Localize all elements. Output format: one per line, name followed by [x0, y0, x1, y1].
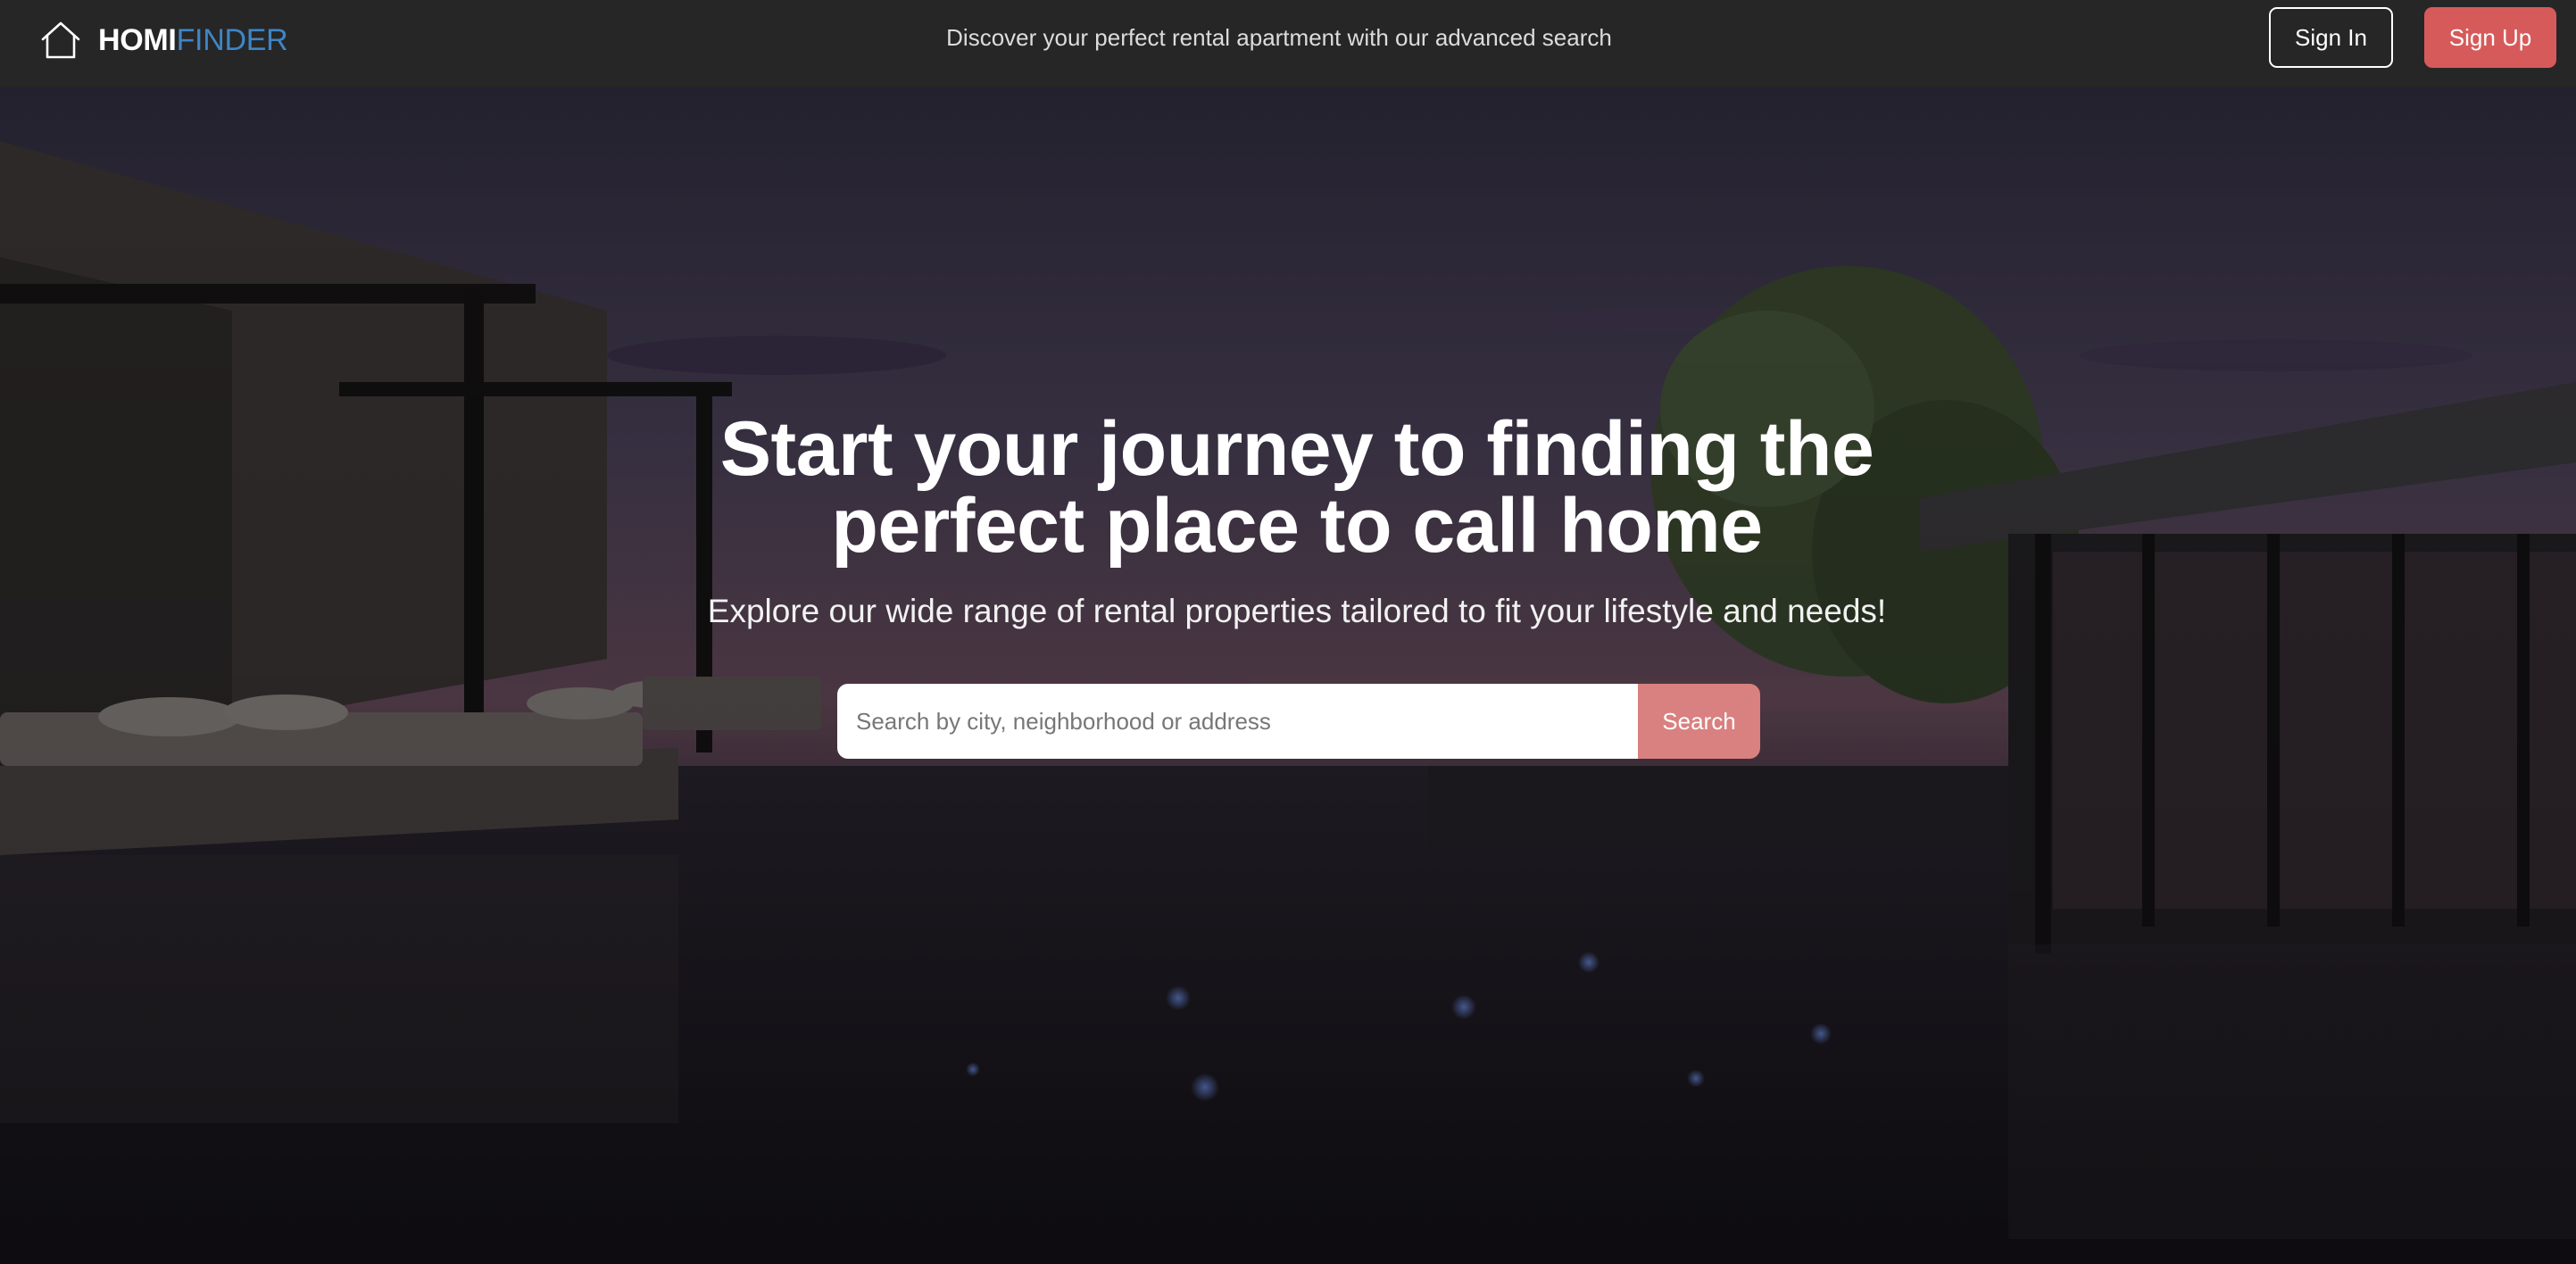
sign-up-button[interactable]: Sign Up: [2424, 7, 2556, 68]
search-bar: Search: [837, 684, 1760, 759]
hero-content: Start your journey to finding the perfec…: [0, 87, 2576, 1264]
sign-in-button[interactable]: Sign In: [2269, 7, 2393, 68]
search-button[interactable]: Search: [1638, 684, 1760, 759]
hero-title: Start your journey to finding the perfec…: [719, 406, 1874, 569]
top-navbar: HOMIFINDER Discover your perfect rental …: [0, 0, 2576, 87]
header-tagline: Discover your perfect rental apartment w…: [946, 24, 1612, 51]
hero-subtitle: Explore our wide range of rental propert…: [707, 593, 1887, 629]
hero-section: Start your journey to finding the perfec…: [0, 87, 2576, 1264]
search-input[interactable]: [837, 684, 1638, 759]
